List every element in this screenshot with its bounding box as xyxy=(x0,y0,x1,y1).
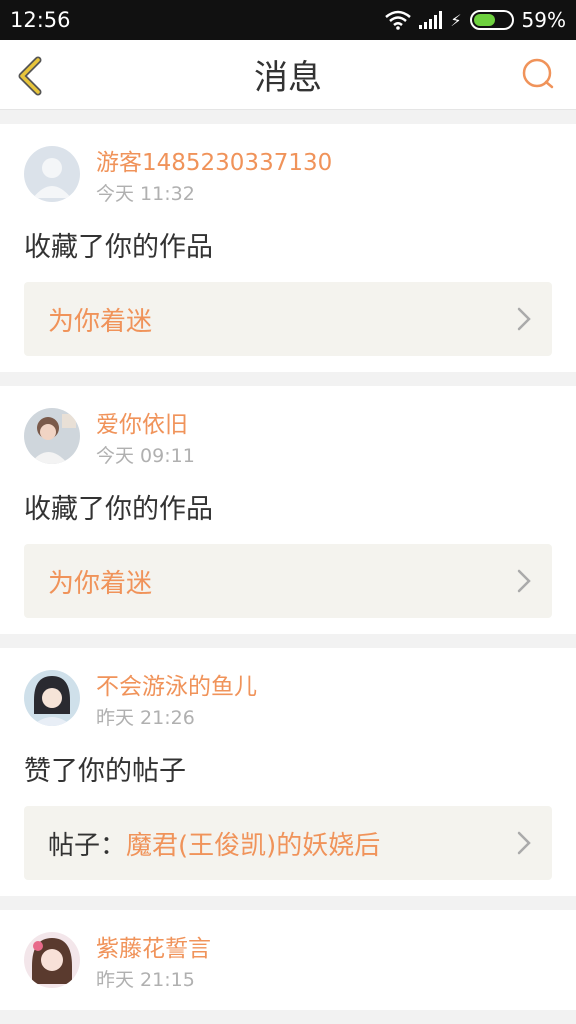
avatar[interactable] xyxy=(24,408,80,464)
work-link[interactable]: 为你着迷 xyxy=(24,544,552,618)
username[interactable]: 爱你依旧 xyxy=(96,410,195,440)
status-time: 12:56 xyxy=(10,8,71,32)
page-title: 消息 xyxy=(254,58,322,98)
battery-fill xyxy=(473,14,495,26)
header: 消息 xyxy=(0,40,576,110)
message-card: 紫藤花誓言 昨天 21:15 xyxy=(0,910,576,1010)
timestamp: 今天 09:11 xyxy=(96,445,195,467)
chevron-right-icon xyxy=(517,307,531,331)
post-label: 帖子： xyxy=(48,830,127,861)
work-title: 为你着迷 xyxy=(48,568,153,599)
status-icons: ⚡ 59% xyxy=(385,8,566,32)
timestamp: 昨天 21:15 xyxy=(96,969,195,991)
post-title: 魔君(王俊凯)的妖娆后 xyxy=(126,830,381,861)
back-arrow-icon[interactable] xyxy=(14,56,48,96)
status-bar: 12:56 ⚡ 59% xyxy=(0,0,576,40)
action-text: 收藏了你的作品 xyxy=(24,232,213,263)
battery-icon xyxy=(469,10,514,30)
timestamp: 今天 11:32 xyxy=(96,183,195,205)
post-link[interactable]: 帖子：魔君(王俊凯)的妖娆后 xyxy=(24,806,552,880)
search-icon[interactable] xyxy=(520,56,556,92)
message-card: 游客1485230337130 今天 11:32 收藏了你的作品 为你着迷 xyxy=(0,124,576,372)
message-card: 爱你依旧 今天 09:11 收藏了你的作品 为你着迷 xyxy=(0,386,576,634)
battery-percent: 59% xyxy=(521,8,566,32)
message-card: 不会游泳的鱼儿 昨天 21:26 赞了你的帖子 帖子：魔君(王俊凯)的妖娆后 xyxy=(0,648,576,896)
username[interactable]: 不会游泳的鱼儿 xyxy=(96,672,257,702)
action-text: 赞了你的帖子 xyxy=(24,756,186,787)
username[interactable]: 游客1485230337130 xyxy=(96,148,332,178)
wifi-icon xyxy=(385,10,412,30)
action-text: 收藏了你的作品 xyxy=(24,494,213,525)
signal-icon xyxy=(419,11,443,29)
chevron-right-icon xyxy=(517,831,531,855)
charging-icon: ⚡ xyxy=(450,10,462,30)
avatar[interactable] xyxy=(24,932,80,988)
username[interactable]: 紫藤花誓言 xyxy=(96,934,211,964)
work-link[interactable]: 为你着迷 xyxy=(24,282,552,356)
chevron-right-icon xyxy=(517,569,531,593)
avatar[interactable] xyxy=(24,670,80,726)
avatar[interactable] xyxy=(24,146,80,202)
timestamp: 昨天 21:26 xyxy=(96,707,195,729)
work-title: 为你着迷 xyxy=(48,306,153,337)
